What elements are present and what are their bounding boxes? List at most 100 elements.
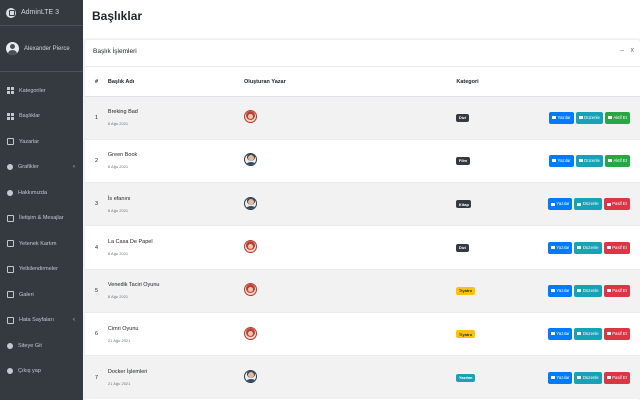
chevron-left-icon: ‹ [73,164,75,171]
pencil-icon [578,116,583,119]
column-header-category: Kategori [456,68,546,97]
table-row: 5 Venedik Taciri Oyunu 8 Ağu 2021 Tiyatro Ya… [85,268,640,313]
edit-button[interactable]: Düzenle [574,284,602,297]
title-name: İs efanını [107,195,131,202]
globe-icon [7,342,13,349]
author-avatar [243,326,257,340]
deactivate-button[interactable]: Pasif Et [603,284,630,297]
actions-cell: Yazılar Düzenle Aktif Et [545,95,640,140]
posts-button[interactable]: Yazılar [547,284,573,297]
author-cell [243,268,457,313]
title-date: 8 Ağu 2021 [107,121,129,127]
deactivate-button[interactable]: Pasif Et [603,328,630,341]
sidebar-item-6[interactable]: İletişim & Mesajlar [0,206,83,232]
table-row: 7 Docker İşlemleri 21 Ağu 2021 Yazılım Yazıl… [85,355,640,400]
sidebar-item-label: Yetenek Kartım [19,240,57,247]
trash-icon [606,332,611,336]
sidebar-item-2[interactable]: Başlıklar [0,104,83,130]
title-name: La Casa De Papel [107,239,153,246]
user-name[interactable]: Alexander Pierce [24,46,70,52]
pencil-icon [577,332,582,336]
sidebar-item-4[interactable]: Grafikler ‹ [0,155,83,181]
category-badge: Kitap [456,200,472,209]
title-date: 8 Ağu 2021 [107,294,129,300]
edit-button[interactable]: Düzenle [574,371,602,384]
sidebar-item-label: Kategoriler [19,87,46,94]
deactivate-button[interactable]: Pasif Et [603,198,630,211]
brand-link[interactable]: AdminLTE 3 [0,0,83,26]
posts-button[interactable]: Yazılar [547,198,573,211]
sidebar-item-label: Siteye Git [18,342,42,349]
titles-table: # Başlık Adı Oluşturan Yazar Kategori 1B… [85,68,640,400]
author-cell [243,95,457,140]
title-name: Cimri Oyunu [107,325,139,332]
sidebar-item-9[interactable]: Galeri [0,282,83,308]
title-date: 21 Ağu 2021 [107,381,131,387]
edit-button[interactable]: Düzenle [575,154,603,167]
close-button[interactable]: x [631,47,635,54]
sidebar-item-3[interactable]: Yazarlar [0,129,83,155]
grid-icon [7,112,14,120]
folder-icon [550,245,555,249]
activate-button[interactable]: Aktif Et [604,154,630,167]
brand-logo-icon [6,7,16,18]
table-row: 6 Cimri Oyunu 21 Ağu 2021 Tiyatro Yazılar Düz… [85,311,640,356]
actions-cell: Yazılar Düzenle Pasif Et [545,355,640,400]
sidebar-item-7[interactable]: Yetenek Kartım [0,231,83,257]
sidebar-item-11[interactable]: Siteye Git [0,333,83,359]
title-date: 21 Ağu 2021 [107,337,131,343]
chart-icon [7,164,13,171]
sidebar-item-12[interactable]: Çıkış yap [0,359,83,385]
edit-button[interactable]: Düzenle [574,328,602,341]
posts-button[interactable]: Yazılar [549,111,574,124]
column-header-title: Başlık Adı [107,68,244,97]
user-panel[interactable]: Alexander Pierce [0,26,83,72]
actions-cell: Yazılar Düzenle Pasif Et [545,182,640,226]
chevron-left-icon: ‹ [73,317,75,324]
sidebar-item-1[interactable]: Kategoriler [0,78,83,104]
folder-icon [550,332,555,336]
category-cell: Tiyatro [456,311,546,356]
category-badge: Yazılım [456,373,475,382]
sidebar-item-5[interactable]: Hakkımızda [0,180,83,206]
trash-icon [606,376,611,380]
deactivate-button[interactable]: Pasif Et [603,371,630,384]
image-icon [7,291,14,299]
posts-button[interactable]: Yazılar [547,371,573,384]
edit-button[interactable]: Düzenle [575,111,603,124]
sidebar-item-8[interactable]: Yetkilendirmeler [0,257,83,283]
category-cell: Kitap [456,182,546,226]
pencil-icon [577,245,582,249]
activate-button[interactable]: Aktif Et [604,111,630,124]
brand-text: AdminLTE 3 [21,9,59,16]
title-date: 8 Ağu 2021 [107,207,129,213]
trash-icon [606,289,611,293]
row-number: 6 [85,311,108,356]
sidebar-item-label: Yetkilendirmeler [19,266,58,273]
edit-button[interactable]: Düzenle [574,198,602,211]
card-title: Başlık İşlemleri [93,48,137,55]
deactivate-button[interactable]: Pasif Et [603,241,630,254]
sidebar-item-10[interactable]: Hata Sayfaları ‹ [0,308,83,334]
edit-button[interactable]: Düzenle [574,241,602,254]
content-header: Başlıklar [83,0,640,38]
collapse-button[interactable]: – [620,47,624,54]
author-cell [243,355,457,400]
row-number: 3 [85,182,108,226]
table-row: 2 Green Book 8 Ağu 2021 Film Yazılar Düzenle A… [85,138,640,183]
posts-button[interactable]: Yazılar [547,328,573,341]
category-badge: Tiyatro [456,286,475,295]
users-icon [7,138,14,146]
sidebar-nav: Kategoriler Başlıklar Yazarlar Grafikler ‹ Ha… [0,72,83,384]
title-date: 8 Ağu 2021 [107,164,129,170]
author-avatar [243,370,257,384]
title-name: Docker İşlemleri [107,369,148,376]
title-name: Venedik Taciri Oyunu [107,282,160,289]
posts-button[interactable]: Yazılar [549,154,574,167]
posts-button[interactable]: Yazılar [547,241,573,254]
title-cell: La Casa De Papel 8 Ağu 2021 [107,225,244,270]
category-cell: Film [456,138,546,183]
card-icon [7,240,14,248]
column-header-actions [545,68,640,97]
category-badge: Tiyatro [456,330,475,339]
